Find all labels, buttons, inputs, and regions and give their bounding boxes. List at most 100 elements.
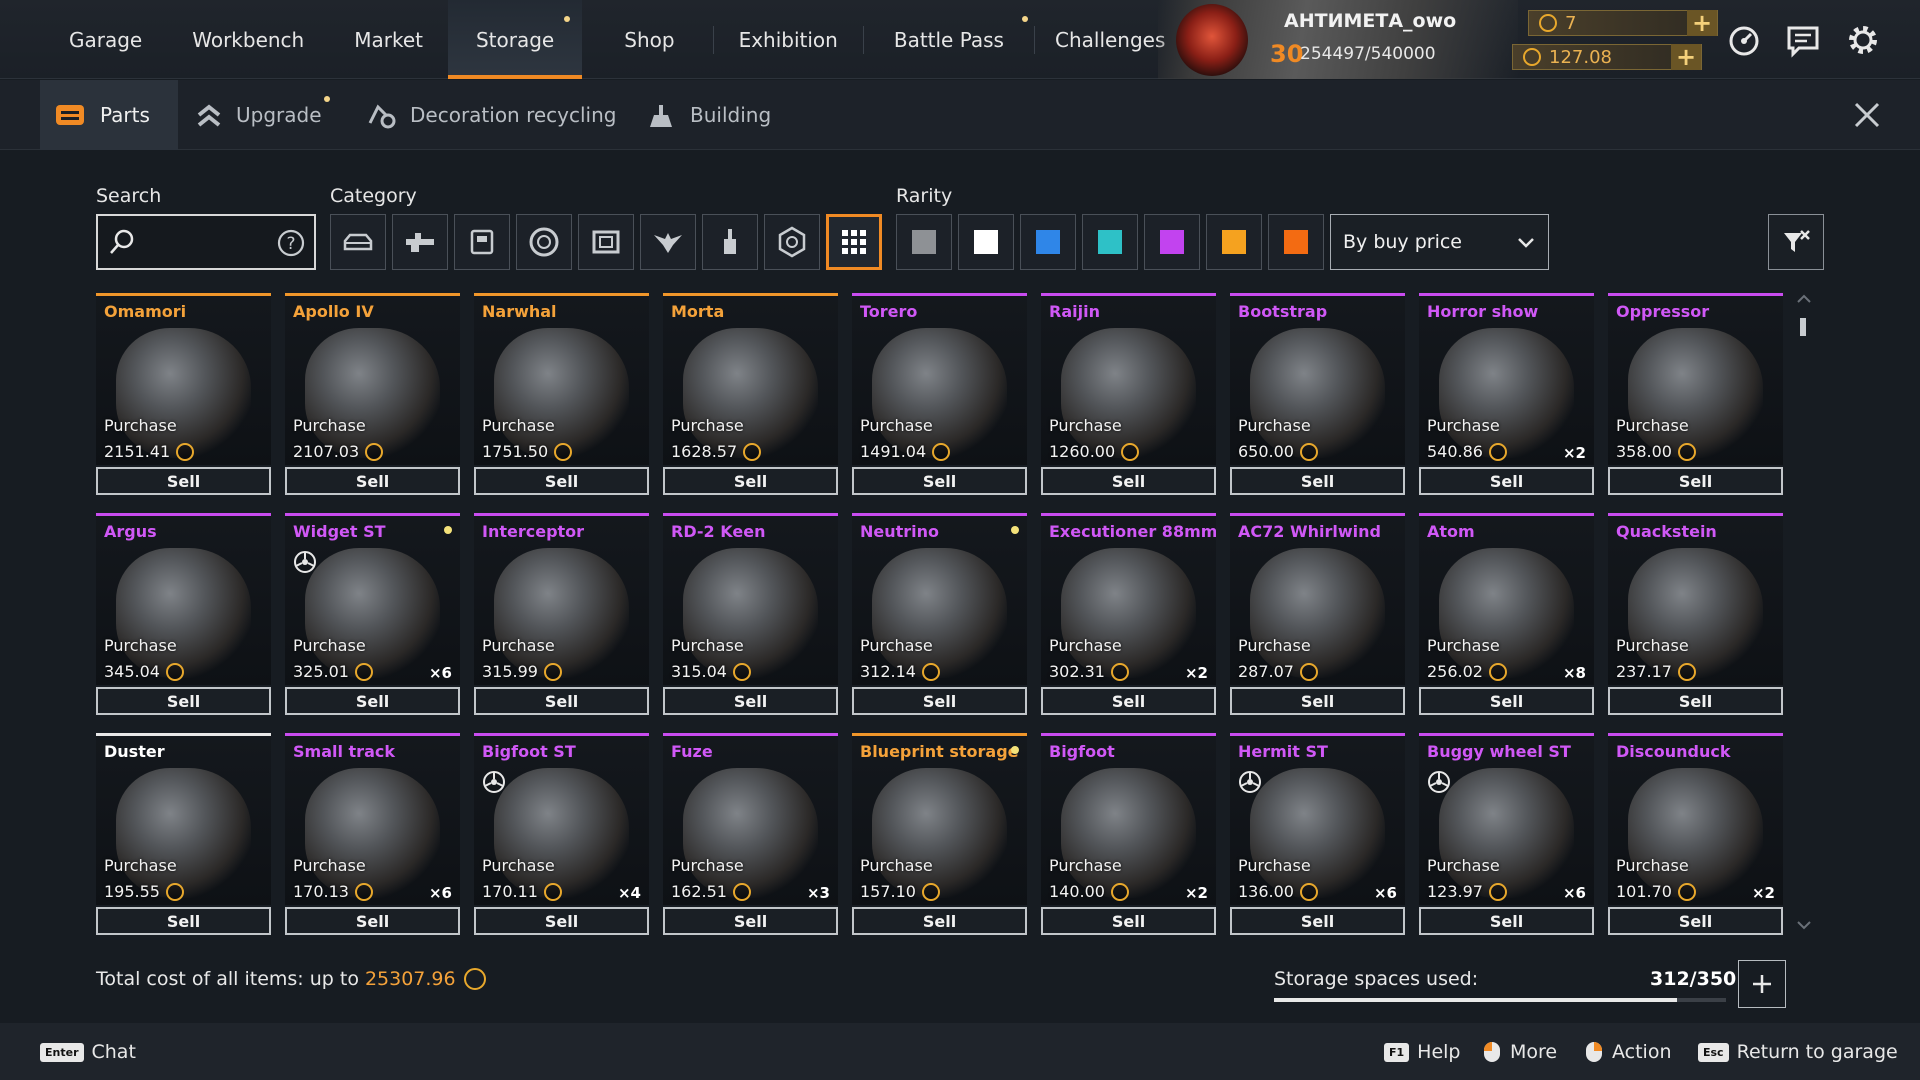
sell-button[interactable]: Sell [852, 467, 1027, 495]
sell-button[interactable]: Sell [96, 907, 271, 935]
part-card[interactable]: Blueprint storage Purchase 157.10 Sell [852, 733, 1027, 935]
sell-button[interactable]: Sell [96, 467, 271, 495]
rarity-filter-button[interactable] [1206, 214, 1262, 270]
part-card[interactable]: Omamori Purchase 2151.41 Sell [96, 293, 271, 495]
tab-decoration-recycling[interactable]: Decoration recycling [366, 80, 616, 150]
category-modules-button[interactable] [454, 214, 510, 270]
category-hardware-button[interactable] [764, 214, 820, 270]
sell-button[interactable]: Sell [1419, 467, 1594, 495]
rarity-filter-button[interactable] [958, 214, 1014, 270]
sell-button[interactable]: Sell [663, 907, 838, 935]
filter-reset-button[interactable] [1768, 214, 1824, 270]
part-card[interactable]: Widget ST Purchase 325.01 ×6 Sell [285, 513, 460, 715]
part-card[interactable]: Horror show Purchase 540.86 ×2 Sell [1419, 293, 1594, 495]
sell-button[interactable]: Sell [1230, 907, 1405, 935]
sell-button[interactable]: Sell [663, 687, 838, 715]
sell-button[interactable]: Sell [1608, 467, 1783, 495]
category-wheels-button[interactable] [516, 214, 572, 270]
sell-button[interactable]: Sell [474, 907, 649, 935]
tab-parts[interactable]: Parts [40, 80, 178, 150]
rarity-filter-button[interactable] [896, 214, 952, 270]
part-card[interactable]: Torero Purchase 1491.04 Sell [852, 293, 1027, 495]
sell-button[interactable]: Sell [663, 467, 838, 495]
speedometer-icon[interactable] [1726, 22, 1762, 58]
part-card[interactable]: Apollo IV Purchase 2107.03 Sell [285, 293, 460, 495]
part-card[interactable]: Bigfoot Purchase 140.00 ×2 Sell [1041, 733, 1216, 935]
scroll-thumb[interactable] [1800, 318, 1806, 336]
part-card[interactable]: Argus Purchase 345.04 Sell [96, 513, 271, 715]
sell-button[interactable]: Sell [285, 687, 460, 715]
sell-button[interactable]: Sell [1041, 467, 1216, 495]
category-frames-button[interactable] [578, 214, 634, 270]
part-card[interactable]: Oppressor Purchase 358.00 Sell [1608, 293, 1783, 495]
sell-button[interactable]: Sell [474, 467, 649, 495]
part-card[interactable]: Bootstrap Purchase 650.00 Sell [1230, 293, 1405, 495]
search-input[interactable] [142, 216, 268, 268]
part-card[interactable]: Executioner 88mm Purchase 302.31 ×2 Sell [1041, 513, 1216, 715]
sell-button[interactable]: Sell [285, 907, 460, 935]
category-cabins-button[interactable] [330, 214, 386, 270]
action-hint[interactable]: Action [1586, 1041, 1672, 1063]
sell-button[interactable]: Sell [1041, 907, 1216, 935]
sort-dropdown[interactable]: By buy price [1330, 214, 1549, 270]
sell-button[interactable]: Sell [1230, 467, 1405, 495]
sell-button[interactable]: Sell [1419, 907, 1594, 935]
scroll-up-chevron-icon[interactable] [1797, 293, 1811, 303]
close-icon[interactable] [1852, 100, 1882, 130]
nav-market[interactable]: Market [329, 0, 448, 79]
rarity-filter-button[interactable] [1020, 214, 1076, 270]
category-decor-button[interactable] [640, 214, 696, 270]
nav-shop[interactable]: Shop [582, 0, 712, 79]
nav-workbench[interactable]: Workbench [167, 0, 329, 79]
category-weapons-button[interactable] [392, 214, 448, 270]
player-profile[interactable]: АНТИМЕТА_owo 30 254497/540000 [1158, 0, 1518, 79]
sell-button[interactable]: Sell [1608, 687, 1783, 715]
part-card[interactable]: Quackstein Purchase 237.17 Sell [1608, 513, 1783, 715]
part-card[interactable]: Interceptor Purchase 315.99 Sell [474, 513, 649, 715]
nav-garage[interactable]: Garage [44, 0, 167, 79]
rarity-filter-button[interactable] [1082, 214, 1138, 270]
more-hint[interactable]: More [1484, 1041, 1557, 1063]
part-card[interactable]: Small track Purchase 170.13 ×6 Sell [285, 733, 460, 935]
add-coins-button[interactable]: + [1671, 43, 1701, 71]
part-card[interactable]: Morta Purchase 1628.57 Sell [663, 293, 838, 495]
scroll-down-chevron-icon[interactable] [1797, 921, 1811, 931]
chat-hint[interactable]: Enter Chat [40, 1041, 136, 1063]
sell-button[interactable]: Sell [96, 687, 271, 715]
grid-scrollbar[interactable] [1797, 293, 1811, 941]
part-card[interactable]: RD-2 Keen Purchase 315.04 Sell [663, 513, 838, 715]
return-hint[interactable]: Esc Return to garage [1698, 1041, 1898, 1063]
sell-button[interactable]: Sell [1419, 687, 1594, 715]
part-card[interactable]: Atom Purchase 256.02 ×8 Sell [1419, 513, 1594, 715]
help-question-icon[interactable]: ? [276, 228, 306, 258]
part-card[interactable]: Hermit ST Purchase 136.00 ×6 Sell [1230, 733, 1405, 935]
expand-storage-button[interactable] [1738, 960, 1786, 1008]
sell-button[interactable]: Sell [1608, 907, 1783, 935]
tab-building[interactable]: Building [646, 80, 771, 150]
part-card[interactable]: Bigfoot ST Purchase 170.11 ×4 Sell [474, 733, 649, 935]
messages-icon[interactable] [1785, 22, 1821, 58]
part-card[interactable]: Duster Purchase 195.55 Sell [96, 733, 271, 935]
help-hint[interactable]: F1 Help [1384, 1041, 1461, 1063]
category-paints-button[interactable] [702, 214, 758, 270]
nav-exhibition[interactable]: Exhibition [714, 0, 863, 79]
category-all-button[interactable] [826, 214, 882, 270]
sell-button[interactable]: Sell [285, 467, 460, 495]
part-card[interactable]: Buggy wheel ST Purchase 123.97 ×6 Sell [1419, 733, 1594, 935]
sell-button[interactable]: Sell [1041, 687, 1216, 715]
part-card[interactable]: Discounduck Purchase 101.70 ×2 Sell [1608, 733, 1783, 935]
part-card[interactable]: Narwhal Purchase 1751.50 Sell [474, 293, 649, 495]
add-coupons-button[interactable]: + [1687, 9, 1717, 37]
sell-button[interactable]: Sell [1230, 687, 1405, 715]
part-card[interactable]: AC72 Whirlwind Purchase 287.07 Sell [1230, 513, 1405, 715]
settings-gear-icon[interactable] [1845, 22, 1881, 58]
part-card[interactable]: Fuze Purchase 162.51 ×3 Sell [663, 733, 838, 935]
nav-battle-pass[interactable]: Battle Pass [864, 0, 1034, 79]
part-card[interactable]: Raijin Purchase 1260.00 Sell [1041, 293, 1216, 495]
rarity-filter-button[interactable] [1268, 214, 1324, 270]
sell-button[interactable]: Sell [852, 687, 1027, 715]
sell-button[interactable]: Sell [852, 907, 1027, 935]
sell-button[interactable]: Sell [474, 687, 649, 715]
tab-upgrade[interactable]: Upgrade [196, 80, 330, 150]
rarity-filter-button[interactable] [1144, 214, 1200, 270]
